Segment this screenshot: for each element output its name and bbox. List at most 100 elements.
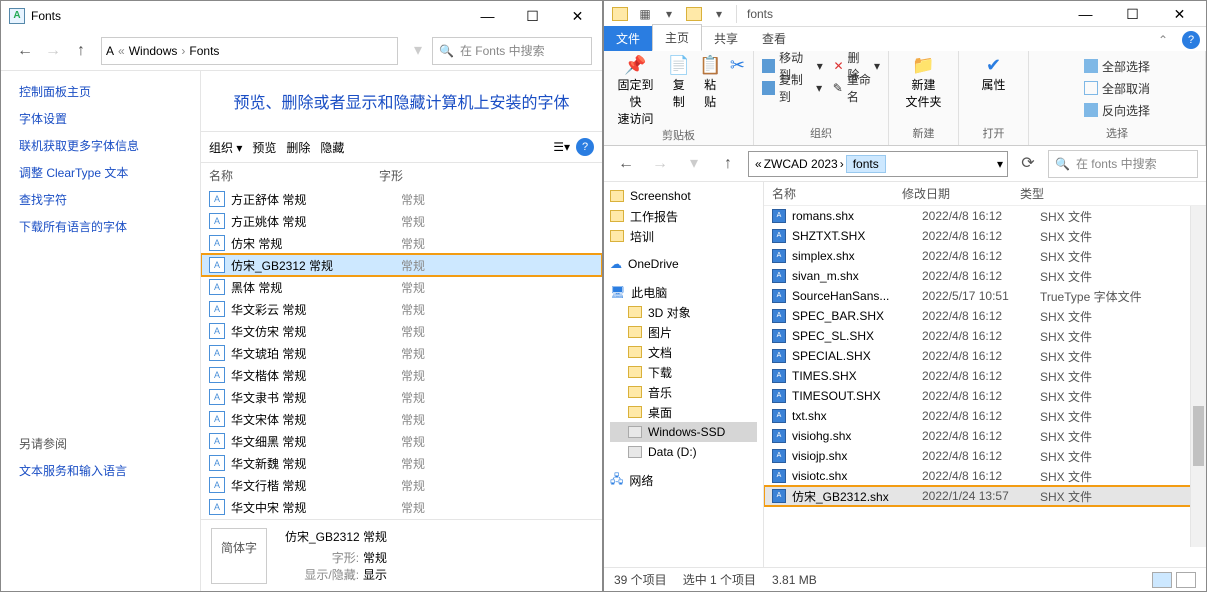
- tab-file[interactable]: 文件: [604, 26, 652, 51]
- col-style[interactable]: 字形: [379, 167, 459, 184]
- tab-share[interactable]: 共享: [702, 26, 750, 51]
- select-all-button[interactable]: 全部选择: [1084, 55, 1150, 77]
- font-row[interactable]: A华文新魏 常规常规: [201, 452, 602, 474]
- crumb-zwcad[interactable]: ZWCAD 2023: [764, 157, 838, 171]
- maximize-button[interactable]: ☐: [1110, 0, 1155, 28]
- tree-node[interactable]: Screenshot: [610, 186, 757, 206]
- help-icon[interactable]: ?: [1182, 31, 1200, 49]
- file-row[interactable]: Aromans.shx2022/4/8 16:12SHX 文件: [764, 206, 1206, 226]
- col-name[interactable]: 名称: [772, 185, 902, 202]
- file-row[interactable]: Asimplex.shx2022/4/8 16:12SHX 文件: [764, 246, 1206, 266]
- select-none-button[interactable]: 全部取消: [1084, 77, 1150, 99]
- scroll-thumb[interactable]: [1193, 406, 1204, 466]
- tree-node[interactable]: 音乐: [610, 382, 757, 402]
- pin-to-quick-access-button[interactable]: 📌 固定到快速访问: [612, 55, 659, 127]
- history-dropdown[interactable]: ▾: [404, 37, 432, 65]
- nav-tree[interactable]: Screenshot工作报告培训 ☁OneDrive 🖥此电脑3D 对象图片文档下载…: [604, 182, 764, 567]
- delete-button[interactable]: 删除: [286, 139, 310, 156]
- tree-node[interactable]: 培训: [610, 226, 757, 246]
- back-button[interactable]: ←: [11, 37, 39, 65]
- address-bar[interactable]: A « Windows › Fonts: [101, 37, 398, 65]
- qat-properties-icon[interactable]: ▦: [634, 3, 656, 25]
- refresh-button[interactable]: ⟳: [1014, 150, 1042, 178]
- file-row[interactable]: Avisiojp.shx2022/4/8 16:12SHX 文件: [764, 446, 1206, 466]
- font-row[interactable]: A仿宋_GB2312 常规常规: [201, 254, 602, 276]
- tree-node[interactable]: 🖥此电脑: [610, 282, 757, 302]
- sidebar-link-cleartype[interactable]: 调整 ClearType 文本: [19, 164, 182, 181]
- sidebar-link-download-all[interactable]: 下载所有语言的字体: [19, 218, 182, 235]
- forward-button[interactable]: →: [39, 37, 67, 65]
- up-button[interactable]: ↑: [714, 150, 742, 178]
- font-row[interactable]: A黑体 常规常规: [201, 276, 602, 298]
- crumb-fonts[interactable]: Fonts: [189, 44, 219, 58]
- file-column-headers[interactable]: 名称 修改日期 类型: [764, 182, 1206, 206]
- paste-button[interactable]: 📋 粘贴: [698, 55, 721, 127]
- close-button[interactable]: ✕: [1157, 0, 1202, 28]
- tree-node[interactable]: 图片: [610, 322, 757, 342]
- back-button[interactable]: ←: [612, 150, 640, 178]
- maximize-button[interactable]: ☐: [510, 2, 555, 30]
- properties-button[interactable]: ✔ 属性: [981, 55, 1005, 93]
- font-row[interactable]: A华文行楷 常规常规: [201, 474, 602, 496]
- column-headers[interactable]: 名称 字形: [201, 163, 602, 188]
- address-bar[interactable]: « ZWCAD 2023 › fonts ▾: [748, 151, 1008, 177]
- search-box[interactable]: 🔍 在 Fonts 中搜索: [432, 37, 592, 65]
- up-button[interactable]: ↑: [67, 37, 95, 65]
- file-row[interactable]: A仿宋_GB2312.shx2022/1/24 13:57SHX 文件: [764, 486, 1206, 506]
- view-mode-button[interactable]: ☰▾: [553, 140, 570, 154]
- font-row[interactable]: A华文中宋 常规常规: [201, 496, 602, 518]
- new-folder-button[interactable]: 📁 新建文件夹: [905, 55, 941, 110]
- font-row[interactable]: A方正舒体 常规常规: [201, 188, 602, 210]
- file-row[interactable]: Avisiotc.shx2022/4/8 16:12SHX 文件: [764, 466, 1206, 486]
- font-row[interactable]: A华文琥珀 常规常规: [201, 342, 602, 364]
- invert-selection-button[interactable]: 反向选择: [1084, 99, 1150, 121]
- font-row[interactable]: A华文楷体 常规常规: [201, 364, 602, 386]
- tree-node[interactable]: 桌面: [610, 402, 757, 422]
- font-row[interactable]: A华文彩云 常规常规: [201, 298, 602, 320]
- minimize-button[interactable]: —: [1063, 0, 1108, 28]
- tree-node[interactable]: 下载: [610, 362, 757, 382]
- sidebar-link-find-char[interactable]: 查找字符: [19, 191, 182, 208]
- file-row[interactable]: ATIMESOUT.SHX2022/4/8 16:12SHX 文件: [764, 386, 1206, 406]
- tab-view[interactable]: 查看: [750, 26, 798, 51]
- hide-button[interactable]: 隐藏: [320, 139, 344, 156]
- tree-node[interactable]: 文档: [610, 342, 757, 362]
- see-also-link[interactable]: 文本服务和输入语言: [19, 462, 182, 479]
- font-list[interactable]: A方正舒体 常规常规A方正姚体 常规常规A仿宋 常规常规A仿宋_GB2312 常…: [201, 188, 602, 519]
- qat-newfolder-icon[interactable]: ▾: [658, 3, 680, 25]
- col-type[interactable]: 类型: [1020, 185, 1198, 202]
- tree-node[interactable]: Data (D:): [610, 442, 757, 462]
- control-panel-home[interactable]: 控制面板主页: [19, 83, 182, 100]
- tree-node[interactable]: ☁OneDrive: [610, 254, 757, 274]
- sidebar-link-online-fonts[interactable]: 联机获取更多字体信息: [19, 137, 182, 154]
- file-row[interactable]: Asivan_m.shx2022/4/8 16:12SHX 文件: [764, 266, 1206, 286]
- file-row[interactable]: ATIMES.SHX2022/4/8 16:12SHX 文件: [764, 366, 1206, 386]
- font-row[interactable]: A华文隶书 常规常规: [201, 386, 602, 408]
- help-icon[interactable]: ?: [576, 138, 594, 156]
- minimize-button[interactable]: —: [465, 2, 510, 30]
- col-name[interactable]: 名称: [209, 167, 379, 184]
- font-row[interactable]: A华文宋体 常规常规: [201, 408, 602, 430]
- tab-home[interactable]: 主页: [652, 24, 702, 51]
- sidebar-link-font-settings[interactable]: 字体设置: [19, 110, 182, 127]
- file-row[interactable]: ASHZTXT.SHX2022/4/8 16:12SHX 文件: [764, 226, 1206, 246]
- font-row[interactable]: A方正姚体 常规常规: [201, 210, 602, 232]
- file-row[interactable]: ASPEC_SL.SHX2022/4/8 16:12SHX 文件: [764, 326, 1206, 346]
- copy-to-button[interactable]: 复制到 ▾ ✎ 重命名: [762, 77, 880, 99]
- tree-node[interactable]: 工作报告: [610, 206, 757, 226]
- crumb-windows[interactable]: Windows: [129, 44, 178, 58]
- preview-button[interactable]: 预览: [252, 139, 276, 156]
- copy-button[interactable]: 📄 复制: [667, 55, 690, 127]
- view-details-icon[interactable]: [1152, 572, 1172, 588]
- file-list[interactable]: Aromans.shx2022/4/8 16:12SHX 文件ASHZTXT.S…: [764, 206, 1206, 567]
- history-button[interactable]: ▾: [680, 150, 708, 178]
- search-box[interactable]: 🔍 在 fonts 中搜索: [1048, 150, 1198, 178]
- addr-dropdown-icon[interactable]: ▾: [997, 157, 1003, 171]
- file-row[interactable]: Atxt.shx2022/4/8 16:12SHX 文件: [764, 406, 1206, 426]
- close-button[interactable]: ✕: [555, 2, 600, 30]
- file-row[interactable]: ASPEC_BAR.SHX2022/4/8 16:12SHX 文件: [764, 306, 1206, 326]
- qat-dropdown-icon[interactable]: ▾: [708, 3, 730, 25]
- tree-node[interactable]: 🖧网络: [610, 470, 757, 490]
- cut-icon[interactable]: ✂: [730, 55, 745, 127]
- tree-node[interactable]: 3D 对象: [610, 302, 757, 322]
